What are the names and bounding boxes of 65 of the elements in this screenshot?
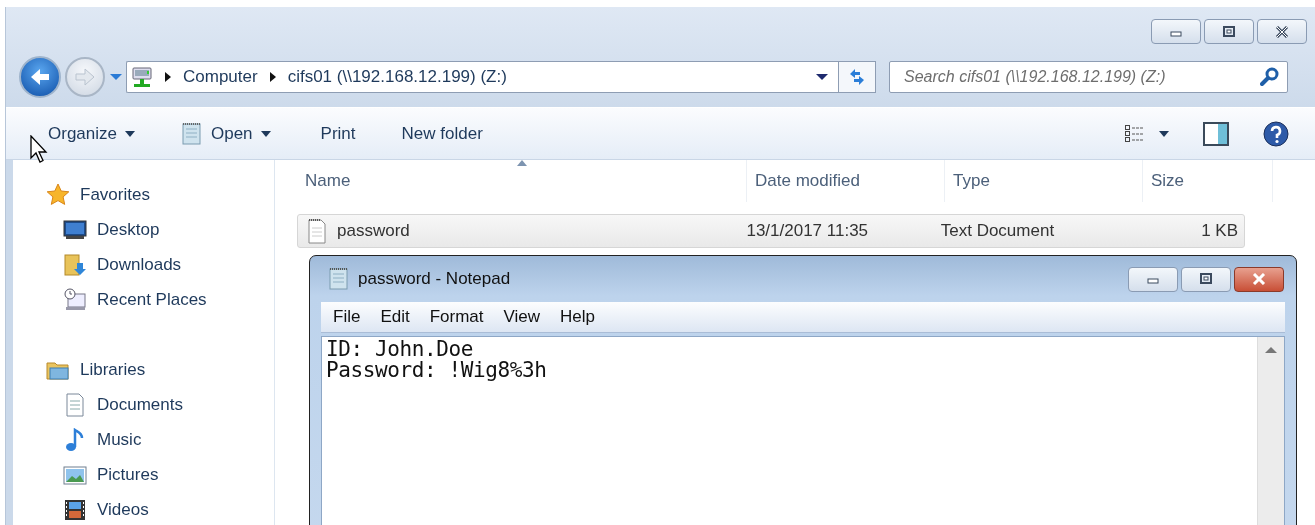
film-icon	[63, 497, 87, 522]
text-file-icon	[307, 218, 327, 244]
close-icon	[1251, 273, 1267, 285]
sidebar-item[interactable]: Pictures	[13, 457, 274, 492]
maximize-icon	[1221, 25, 1237, 38]
menu-item[interactable]: Help	[550, 307, 606, 327]
table-cell: 13/1/2017 11:35	[746, 221, 869, 241]
table-cell: Text Document	[940, 221, 1055, 241]
forward-arrow-icon	[74, 66, 96, 88]
breadcrumb[interactable]: Computer	[183, 67, 258, 87]
column-header[interactable]: Name	[297, 160, 747, 202]
file-row[interactable]: password 13/1/2017 11:35 Text Document 1 KB	[297, 214, 1245, 248]
breadcrumb[interactable]: cifs01 (\\192.168.12.199) (Z:)	[287, 67, 507, 87]
maximize-button[interactable]	[1181, 266, 1231, 292]
caret-icon	[1159, 130, 1169, 137]
maximize-button[interactable]	[1204, 19, 1254, 44]
window-title: password - Notepad	[358, 269, 512, 289]
menu-item[interactable]: Format	[419, 307, 494, 327]
notepad-icon	[328, 267, 350, 291]
chevron-icon	[269, 72, 276, 82]
close-button[interactable]	[1234, 266, 1284, 292]
table-cell: password	[337, 221, 410, 241]
preview-pane-icon	[1203, 121, 1229, 146]
menu-item[interactable]: View	[493, 307, 551, 327]
back-button[interactable]	[19, 56, 61, 98]
help-icon	[1263, 120, 1289, 147]
close-icon	[1274, 25, 1290, 38]
scroll-up-icon[interactable]	[1265, 347, 1277, 353]
dropdown-icon[interactable]	[816, 74, 828, 80]
toolbar-button[interactable]: New folder	[395, 119, 489, 148]
close-button[interactable]	[1257, 19, 1307, 44]
sidebar-item[interactable]: Videos	[13, 492, 274, 525]
sidebar-item[interactable]: Documents	[13, 387, 274, 422]
table-cell: 1 KB	[1201, 221, 1238, 241]
menu-item[interactable]: File	[323, 307, 371, 327]
column-header[interactable]: Type	[945, 160, 1143, 202]
scrollbar[interactable]	[1257, 337, 1284, 525]
recent-places-icon	[63, 287, 87, 312]
column-header[interactable]: Size	[1143, 160, 1273, 202]
monitor-icon	[63, 217, 87, 242]
address-bar[interactable]: Computer cifs01 (\\192.168.12.199) (Z:)	[126, 61, 838, 93]
toolbar-button[interactable]: Print	[314, 119, 362, 148]
search-icon	[1260, 67, 1280, 87]
search-field[interactable]: Search cifs01 (\\192.168.12.199) (Z:)	[889, 61, 1288, 93]
network-drive-icon	[131, 66, 153, 88]
toolbar-button[interactable]: Open	[175, 117, 277, 150]
sidebar-item[interactable]: Music	[13, 422, 274, 457]
toolbar-button[interactable]: Organize	[42, 119, 141, 148]
sidebar-group[interactable]: Libraries	[13, 352, 274, 387]
download-folder-icon	[63, 252, 87, 277]
maximize-icon	[1198, 273, 1214, 285]
view-list-icon	[1125, 124, 1145, 143]
chevron-icon	[165, 72, 171, 82]
sidebar-group[interactable]: Favorites	[13, 177, 274, 212]
document-icon	[63, 392, 87, 417]
sidebar-item[interactable]: Recent Places	[13, 282, 274, 317]
history-dropdown-icon[interactable]	[110, 74, 122, 80]
back-arrow-icon	[29, 66, 51, 88]
notepad-icon	[181, 121, 203, 146]
refresh-button[interactable]	[838, 61, 876, 93]
sidebar-item[interactable]: Downloads	[13, 247, 274, 282]
column-header[interactable]: Date modified	[747, 160, 945, 202]
sidebar-item[interactable]: Desktop	[13, 212, 274, 247]
menu-item[interactable]: Edit	[370, 307, 420, 327]
star-icon	[46, 182, 70, 207]
